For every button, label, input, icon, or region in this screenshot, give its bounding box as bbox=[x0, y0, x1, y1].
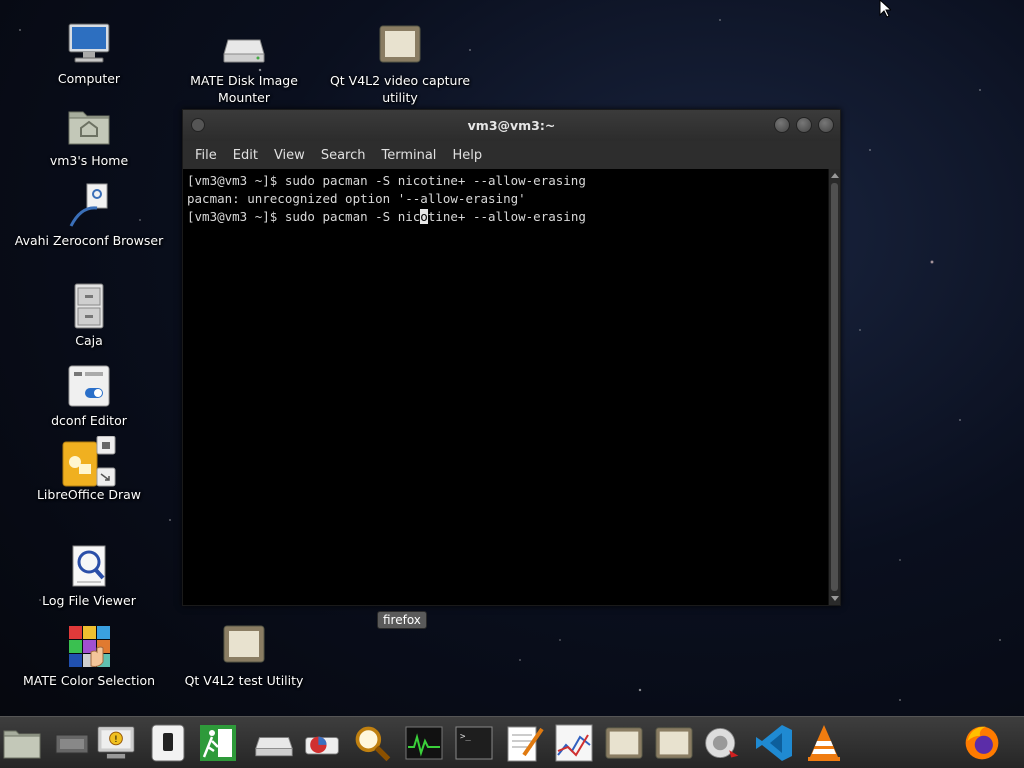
window-titlebar[interactable]: vm3@vm3:~ bbox=[183, 110, 840, 141]
home-folder-icon bbox=[65, 102, 113, 150]
disk-drive-icon bbox=[220, 22, 268, 70]
firefox-tooltip: firefox bbox=[377, 611, 427, 629]
desktop-icon-avahi[interactable]: Avahi Zeroconf Browser bbox=[14, 182, 164, 249]
text-cursor: o bbox=[420, 209, 428, 224]
terminal-output[interactable]: [vm3@vm3 ~]$ sudo pacman -S nicotine+ --… bbox=[183, 169, 828, 605]
remote-desktop-icon[interactable]: ! bbox=[96, 723, 136, 763]
qt-v4l2-capture-icon bbox=[376, 22, 424, 70]
desktop-icon-label: MATE Color Selection bbox=[22, 673, 156, 688]
desktop-icon-label: vm3's Home bbox=[49, 153, 129, 168]
minimize-button[interactable] bbox=[774, 117, 790, 133]
file-cabinet-icon bbox=[65, 282, 113, 330]
firefox-icon[interactable] bbox=[962, 723, 1002, 763]
desktop-icon-home[interactable]: vm3's Home bbox=[14, 102, 164, 169]
libreoffice-draw-icon bbox=[61, 435, 117, 487]
desktop-icon-label: Caja bbox=[75, 333, 103, 348]
desktop-icon-disk-mounter[interactable]: MATE Disk Image Mounter bbox=[169, 22, 319, 106]
system-monitor-icon[interactable] bbox=[404, 723, 444, 763]
terminal-line: pacman: unrecognized option '--allow-era… bbox=[187, 191, 526, 206]
svg-text:>_: >_ bbox=[460, 732, 471, 742]
menu-terminal[interactable]: Terminal bbox=[373, 148, 444, 163]
tablet-icon[interactable] bbox=[148, 723, 188, 763]
menubar: File Edit View Search Terminal Help bbox=[183, 141, 840, 169]
chart-icon[interactable] bbox=[554, 723, 594, 763]
qt-v4l2-icon[interactable] bbox=[604, 723, 644, 763]
scroll-down-icon[interactable] bbox=[831, 596, 839, 601]
desktop-icon-dconf[interactable]: dconf Editor bbox=[14, 362, 164, 429]
window-menu-icon[interactable] bbox=[191, 118, 205, 132]
desktop-icon-label: Qt V4L2 video capture utility bbox=[329, 73, 471, 105]
nautilus-icon[interactable] bbox=[702, 723, 742, 763]
terminal-window[interactable]: vm3@vm3:~ File Edit View Search Terminal… bbox=[182, 109, 841, 606]
desktop-icon-label: Qt V4L2 test Utility bbox=[184, 673, 304, 688]
computer-icon bbox=[65, 20, 113, 68]
mouse-pointer-icon bbox=[879, 0, 891, 18]
desktop-icon-qt-v4l2-capture[interactable]: Qt V4L2 video capture utility bbox=[325, 22, 475, 106]
desktop-icon-label: dconf Editor bbox=[51, 413, 127, 428]
logout-icon[interactable] bbox=[198, 723, 238, 763]
desktop-icon-label: Log File Viewer bbox=[42, 593, 136, 608]
svg-text:!: ! bbox=[114, 735, 118, 745]
desktop-icon-label: Computer bbox=[57, 71, 121, 86]
window-title: vm3@vm3:~ bbox=[467, 118, 556, 133]
prompt-text-before-cursor: [vm3@vm3 ~]$ sudo pacman -S nic bbox=[187, 209, 421, 224]
menu-edit[interactable]: Edit bbox=[225, 148, 266, 163]
vlc-icon[interactable] bbox=[804, 723, 844, 763]
desktop-icon-computer[interactable]: Computer bbox=[14, 20, 164, 87]
qt-v4l2-test-icon bbox=[220, 622, 268, 670]
maximize-button[interactable] bbox=[796, 117, 812, 133]
qt-v4l2-icon-2[interactable] bbox=[654, 723, 694, 763]
menu-help[interactable]: Help bbox=[444, 148, 490, 163]
file-manager-icon[interactable] bbox=[2, 723, 42, 763]
network-icon[interactable] bbox=[52, 723, 92, 763]
menu-file[interactable]: File bbox=[187, 148, 225, 163]
vscode-icon[interactable] bbox=[754, 723, 794, 763]
magnifier-icon[interactable] bbox=[352, 723, 392, 763]
desktop-icon-qt-v4l2-test[interactable]: Qt V4L2 test Utility bbox=[169, 622, 319, 689]
close-button[interactable] bbox=[818, 117, 834, 133]
terminal-icon[interactable]: >_ bbox=[454, 723, 494, 763]
prompt-text-after-cursor: tine+ --allow-erasing bbox=[427, 209, 586, 224]
scrollbar-thumb[interactable] bbox=[831, 183, 838, 591]
log-viewer-icon bbox=[65, 542, 113, 590]
desktop-icon-libreoffice-draw[interactable]: LibreOffice Draw bbox=[14, 435, 164, 503]
menu-view[interactable]: View bbox=[266, 148, 313, 163]
bottom-panel: ! >_ bbox=[0, 716, 1024, 768]
disk-usage-icon[interactable] bbox=[302, 723, 342, 763]
color-selection-icon bbox=[65, 622, 113, 670]
terminal-scrollbar[interactable] bbox=[828, 169, 840, 605]
avahi-icon bbox=[65, 182, 113, 230]
desktop-icon-color-selection[interactable]: MATE Color Selection bbox=[14, 622, 164, 689]
desktop-icon-label: MATE Disk Image Mounter bbox=[190, 73, 298, 105]
terminal-prompt-line: [vm3@vm3 ~]$ sudo pacman -S nicotine+ --… bbox=[187, 208, 824, 226]
terminal-line: [vm3@vm3 ~]$ sudo pacman -S nicotine+ --… bbox=[187, 173, 586, 188]
menu-search[interactable]: Search bbox=[313, 148, 374, 163]
desktop-icon-caja[interactable]: Caja bbox=[14, 282, 164, 349]
disk-icon[interactable] bbox=[254, 723, 294, 763]
text-editor-icon[interactable] bbox=[504, 723, 544, 763]
desktop-icon-log-viewer[interactable]: Log File Viewer bbox=[14, 542, 164, 609]
dconf-editor-icon bbox=[65, 362, 113, 410]
scroll-up-icon[interactable] bbox=[831, 173, 839, 178]
desktop-icon-label: LibreOffice Draw bbox=[36, 487, 142, 502]
desktop-icon-label: Avahi Zeroconf Browser bbox=[14, 233, 164, 248]
